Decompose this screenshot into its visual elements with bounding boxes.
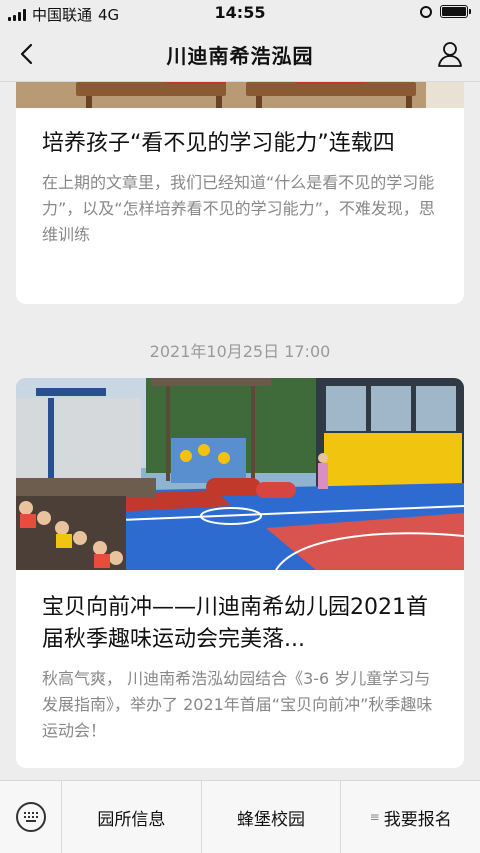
article-title[interactable]: 培养孩子“看不见的学习能力”连载四 [16,128,464,160]
sports-day-photo [16,378,464,570]
menu-item-enroll[interactable]: ≡ 我要报名 [341,781,480,853]
classroom-image [16,82,464,108]
article-summary: 秋高气爽， 川迪南希浩泓幼园结合《3-6 岁儿童学习与发展指南》，举办了 202… [42,669,433,740]
rotation-lock-icon [420,5,432,18]
article-cover-image [16,82,464,108]
submenu-icon: ≡ [369,810,380,824]
menu-label: 蜂堡校园 [237,809,305,830]
status-right [420,5,471,18]
menu-item-campus[interactable]: 蜂堡校园 [202,781,342,853]
nav-bar: 川迪南希浩泓园 [0,26,480,82]
message-list[interactable]: 培养孩子“看不见的学习能力”连载四 在上期的文章里，我们已经知道“什么是看不见的… [0,82,480,780]
keyboard-icon [15,802,46,832]
status-bar: 中国联通 4G 14:55 [0,0,480,26]
menu-label: 我要报名 [383,809,452,830]
article-card[interactable]: 宝贝向前冲——川迪南希幼儿园2021首届秋季趣味运动会完美落... 秋高气爽， … [16,378,464,768]
battery-icon [440,5,471,18]
keyboard-toggle-button[interactable] [0,781,62,853]
user-profile-icon[interactable] [436,40,464,68]
status-time: 14:55 [214,3,266,22]
message-timestamp: 2021年10月25日 17:00 [149,342,331,361]
menu-item-school-info[interactable]: 园所信息 [62,781,202,853]
article-title[interactable]: 宝贝向前冲——川迪南希幼儿园2021首届秋季趣味运动会完美落... [16,592,464,656]
article-card[interactable]: 培养孩子“看不见的学习能力”连载四 在上期的文章里，我们已经知道“什么是看不见的… [16,82,464,304]
page-title: 川迪南希浩泓园 [166,44,314,68]
menu-label: 园所信息 [97,809,166,830]
bottom-menu: 园所信息 蜂堡校园 ≡ 我要报名 [0,780,480,853]
article-cover-image[interactable] [16,378,464,570]
article-summary: 在上期的文章里，我们已经知道“什么是看不见的学习能力”，以及“怎样培养看不见的学… [42,173,435,244]
